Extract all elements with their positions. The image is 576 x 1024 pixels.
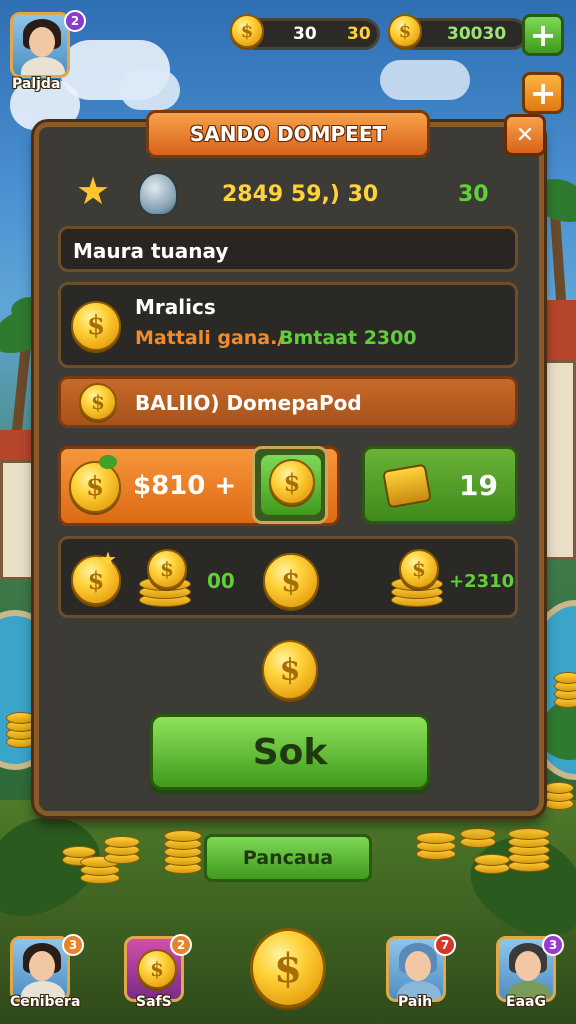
balance-row[interactable]: $ BALIIO) DomepaPod: [58, 376, 518, 428]
info-desc-a: Mattali gana./: [135, 327, 285, 349]
coin-icon: $: [71, 301, 121, 351]
gem-icon: [138, 172, 178, 216]
coin-icon: $: [269, 459, 315, 505]
bottom-name-3: Paih: [398, 994, 433, 1010]
name-field-value: Maura tuanay: [73, 239, 229, 263]
add-gems-button[interactable]: +: [522, 72, 564, 114]
offer-left-value: $810 +: [133, 471, 237, 501]
add-coins-button[interactable]: +: [522, 14, 564, 56]
name-field[interactable]: Maura tuanay: [58, 226, 518, 272]
bottom-name-2: SafS: [136, 994, 172, 1010]
coin-icon: $: [388, 14, 422, 48]
coin-icon: $: [263, 553, 319, 609]
offer-right-value: 19: [459, 469, 498, 502]
profile-name: Paljda: [12, 76, 61, 92]
secondary-button[interactable]: Pancaua: [204, 834, 372, 882]
coin-icon: $: [79, 383, 117, 421]
coin-icon: $: [137, 949, 177, 989]
leaf-icon: [99, 455, 117, 469]
bottom-name-1: Cenibera: [10, 994, 81, 1010]
bottom-avatar-1[interactable]: [10, 936, 70, 1002]
money-bag-icon: $: [69, 461, 121, 513]
gold-bar-icon: [382, 463, 432, 509]
bottom-badge-2: 2: [170, 934, 192, 956]
coin-icon: $: [230, 14, 264, 48]
reward-a-value: 00: [207, 569, 235, 593]
center-coin-button[interactable]: $: [250, 928, 326, 1008]
stats-value: 2849 59,) 30: [222, 182, 379, 207]
coin-bar-2-value: 30030: [447, 24, 507, 44]
profile-avatar[interactable]: [10, 12, 70, 78]
close-button[interactable]: ✕: [504, 114, 546, 156]
rewards-row: $ ★ $ 00 $ $ +2310: [58, 536, 518, 618]
star-icon: ★: [76, 169, 111, 213]
info-title: Mralics: [135, 295, 216, 319]
coin-bar-1-left: 30: [293, 24, 317, 44]
bottom-badge-3: 7: [434, 934, 456, 956]
balance-label: BALIIO) DomepaPod: [135, 391, 362, 415]
sparkle-icon: ★: [99, 547, 117, 571]
reward-b-value: +2310: [449, 571, 515, 592]
bottom-badge-1: 3: [62, 934, 84, 956]
offer-coin-tile[interactable]: $: [252, 446, 328, 524]
bottom-name-4: EaaG: [506, 994, 546, 1010]
info-desc-b: Bmtaat 2300: [279, 327, 417, 349]
coin-bar-1-right: 30: [347, 24, 371, 44]
offer-right-button[interactable]: 19: [362, 446, 518, 524]
profile-badge: 2: [64, 10, 86, 32]
stats-secondary: 30: [458, 182, 489, 207]
dialog-title: SANDO DOMPEET: [146, 110, 430, 158]
info-row: $ Mralics Mattali gana./ Bmtaat 2300: [58, 282, 518, 368]
ok-button[interactable]: Sok: [150, 714, 430, 790]
bottom-badge-4: 3: [542, 934, 564, 956]
coin-icon: $: [262, 640, 318, 700]
